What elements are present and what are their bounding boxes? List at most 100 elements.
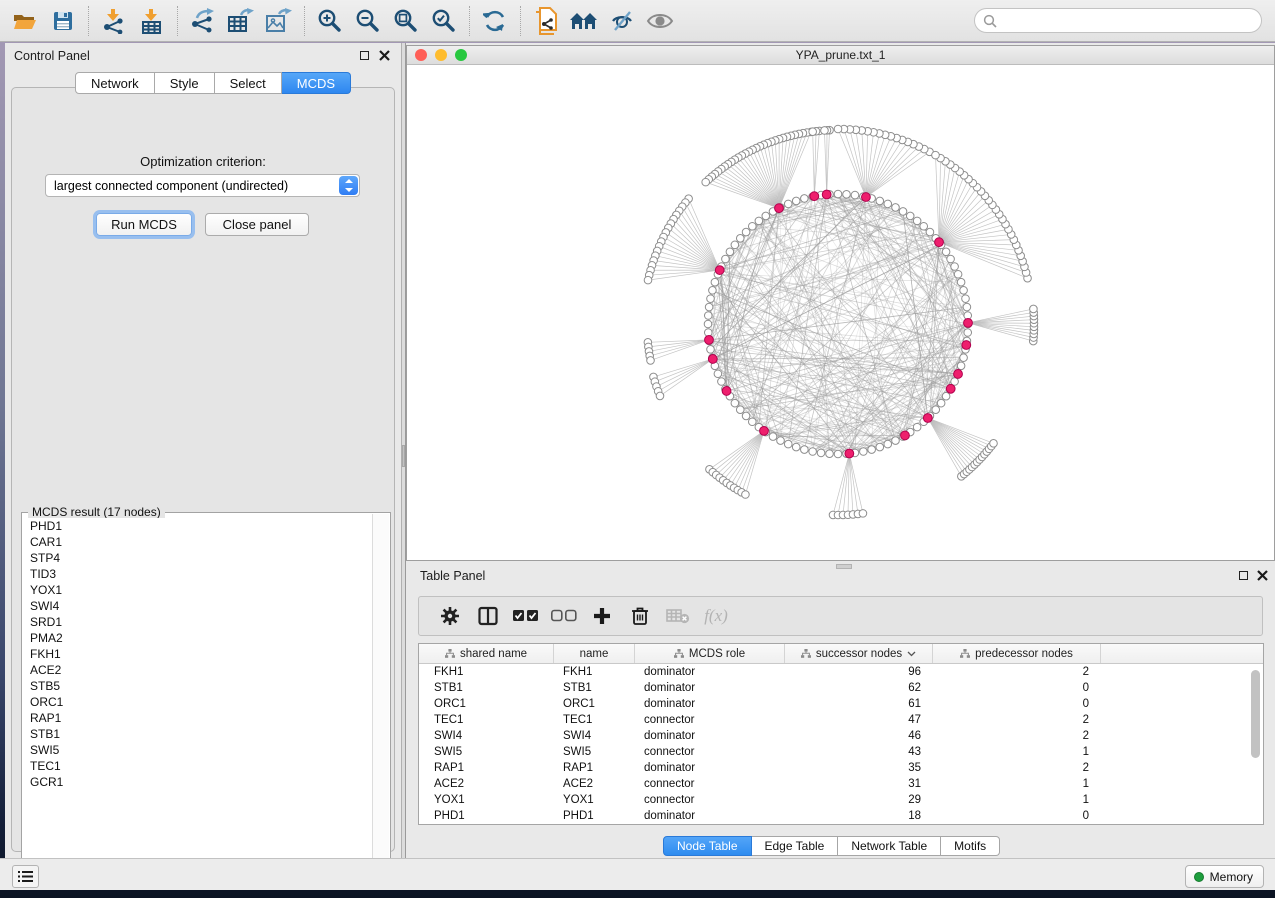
save-session-icon[interactable] — [44, 3, 82, 39]
ring-node[interactable] — [784, 200, 792, 208]
leaf-node[interactable] — [821, 127, 829, 135]
open-file-icon[interactable] — [6, 3, 44, 39]
mcds-result-item[interactable]: STB5 — [30, 678, 371, 694]
ring-node[interactable] — [962, 295, 970, 303]
mcds-result-item[interactable]: CAR1 — [30, 534, 371, 550]
ring-node[interactable] — [884, 200, 892, 208]
mcds-result-item[interactable]: PMA2 — [30, 630, 371, 646]
ring-node[interactable] — [960, 287, 968, 295]
mcds-result-item[interactable]: SRD1 — [30, 614, 371, 630]
export-network-icon[interactable] — [184, 3, 222, 39]
column-header-predecessor-nodes[interactable]: predecessor nodes — [933, 644, 1101, 663]
ring-node[interactable] — [954, 270, 962, 278]
node-table[interactable]: shared namenameMCDS rolesuccessor nodesp… — [418, 643, 1264, 825]
mcds-hub-node[interactable] — [715, 266, 724, 275]
ring-node[interactable] — [705, 303, 713, 311]
panel-list-button[interactable] — [12, 865, 39, 888]
ring-node[interactable] — [960, 354, 968, 362]
mcds-result-item[interactable]: PHD1 — [30, 518, 371, 534]
mcds-hub-node[interactable] — [862, 193, 871, 202]
network-document-icon[interactable] — [527, 3, 565, 39]
search-box[interactable] — [974, 8, 1262, 33]
mcds-result-item[interactable]: ORC1 — [30, 694, 371, 710]
mcds-hub-node[interactable] — [810, 192, 819, 201]
double-house-icon[interactable] — [565, 3, 603, 39]
ring-node[interactable] — [711, 278, 719, 286]
ring-node[interactable] — [963, 303, 971, 311]
leaf-node[interactable] — [1030, 305, 1038, 313]
table-row[interactable]: SWI5SWI5connector431 — [419, 744, 1263, 760]
float-panel-icon[interactable] — [360, 51, 369, 60]
ring-node[interactable] — [726, 248, 734, 256]
leaf-node[interactable] — [809, 128, 817, 136]
mcds-list-scrollbar[interactable] — [372, 514, 389, 881]
select-all-icon[interactable] — [507, 600, 545, 632]
ring-node[interactable] — [843, 190, 851, 198]
export-table-icon[interactable] — [222, 3, 260, 39]
tab-style[interactable]: Style — [155, 72, 215, 94]
export-image-icon[interactable] — [260, 3, 298, 39]
table-row[interactable]: RAP1RAP1dominator352 — [419, 760, 1263, 776]
leaf-node[interactable] — [932, 151, 940, 159]
ring-node[interactable] — [957, 278, 965, 286]
mcds-result-item[interactable]: SWI5 — [30, 742, 371, 758]
table-close-icon[interactable] — [1257, 570, 1268, 581]
ring-node[interactable] — [714, 370, 722, 378]
network-canvas[interactable] — [407, 65, 1274, 560]
leaf-node[interactable] — [647, 357, 655, 365]
zoom-fit-icon[interactable] — [387, 3, 425, 39]
ring-node[interactable] — [942, 392, 950, 400]
ring-node[interactable] — [777, 437, 785, 445]
mcds-result-item[interactable]: TEC1 — [30, 758, 371, 774]
horizontal-splitter-grip[interactable] — [836, 564, 852, 569]
table-row[interactable]: ORC1ORC1dominator610 — [419, 696, 1263, 712]
ring-node[interactable] — [755, 217, 763, 225]
ring-node[interactable] — [868, 446, 876, 454]
ring-node[interactable] — [937, 399, 945, 407]
ring-node[interactable] — [736, 234, 744, 242]
ring-node[interactable] — [742, 412, 750, 420]
import-table-icon[interactable] — [133, 3, 171, 39]
ring-node[interactable] — [860, 448, 868, 456]
close-panel-button[interactable]: Close panel — [205, 213, 309, 236]
mcds-result-item[interactable]: FKH1 — [30, 646, 371, 662]
ring-node[interactable] — [826, 450, 834, 458]
ring-node[interactable] — [748, 222, 756, 230]
ring-node[interactable] — [906, 212, 914, 220]
tab-mcds[interactable]: MCDS — [282, 72, 351, 94]
leaf-node[interactable] — [702, 178, 710, 186]
splitter-grip[interactable] — [402, 445, 405, 467]
ring-node[interactable] — [731, 241, 739, 249]
mcds-result-item[interactable]: STB1 — [30, 726, 371, 742]
leaf-node[interactable] — [742, 491, 750, 499]
ring-node[interactable] — [926, 228, 934, 236]
ring-node[interactable] — [892, 204, 900, 212]
tab-network-table[interactable]: Network Table — [838, 836, 941, 856]
apply-layout-icon[interactable] — [476, 3, 514, 39]
mcds-hub-node[interactable] — [760, 426, 769, 435]
leaf-node[interactable] — [990, 440, 998, 448]
ring-node[interactable] — [709, 287, 717, 295]
mcds-hub-node[interactable] — [722, 387, 731, 396]
ring-node[interactable] — [957, 362, 965, 370]
ring-node[interactable] — [704, 320, 712, 328]
tab-node-table[interactable]: Node Table — [663, 836, 752, 856]
ring-node[interactable] — [742, 228, 750, 236]
zoom-in-icon[interactable] — [311, 3, 349, 39]
table-row[interactable]: STB1STB1dominator620 — [419, 680, 1263, 696]
mcds-hub-node[interactable] — [708, 355, 717, 364]
ring-node[interactable] — [722, 255, 730, 263]
ring-node[interactable] — [801, 195, 809, 203]
ring-node[interactable] — [913, 217, 921, 225]
ring-node[interactable] — [951, 263, 959, 271]
search-input[interactable] — [997, 14, 1237, 28]
import-network-icon[interactable] — [95, 3, 133, 39]
table-row[interactable]: ACE2ACE2connector311 — [419, 776, 1263, 792]
ring-node[interactable] — [876, 197, 884, 205]
ring-node[interactable] — [736, 406, 744, 414]
mcds-result-item[interactable]: GCR1 — [30, 774, 371, 790]
ring-node[interactable] — [964, 329, 972, 337]
table-row[interactable]: YOX1YOX1connector291 — [419, 792, 1263, 808]
network-graph[interactable] — [407, 65, 1274, 560]
tab-edge-table[interactable]: Edge Table — [752, 836, 839, 856]
